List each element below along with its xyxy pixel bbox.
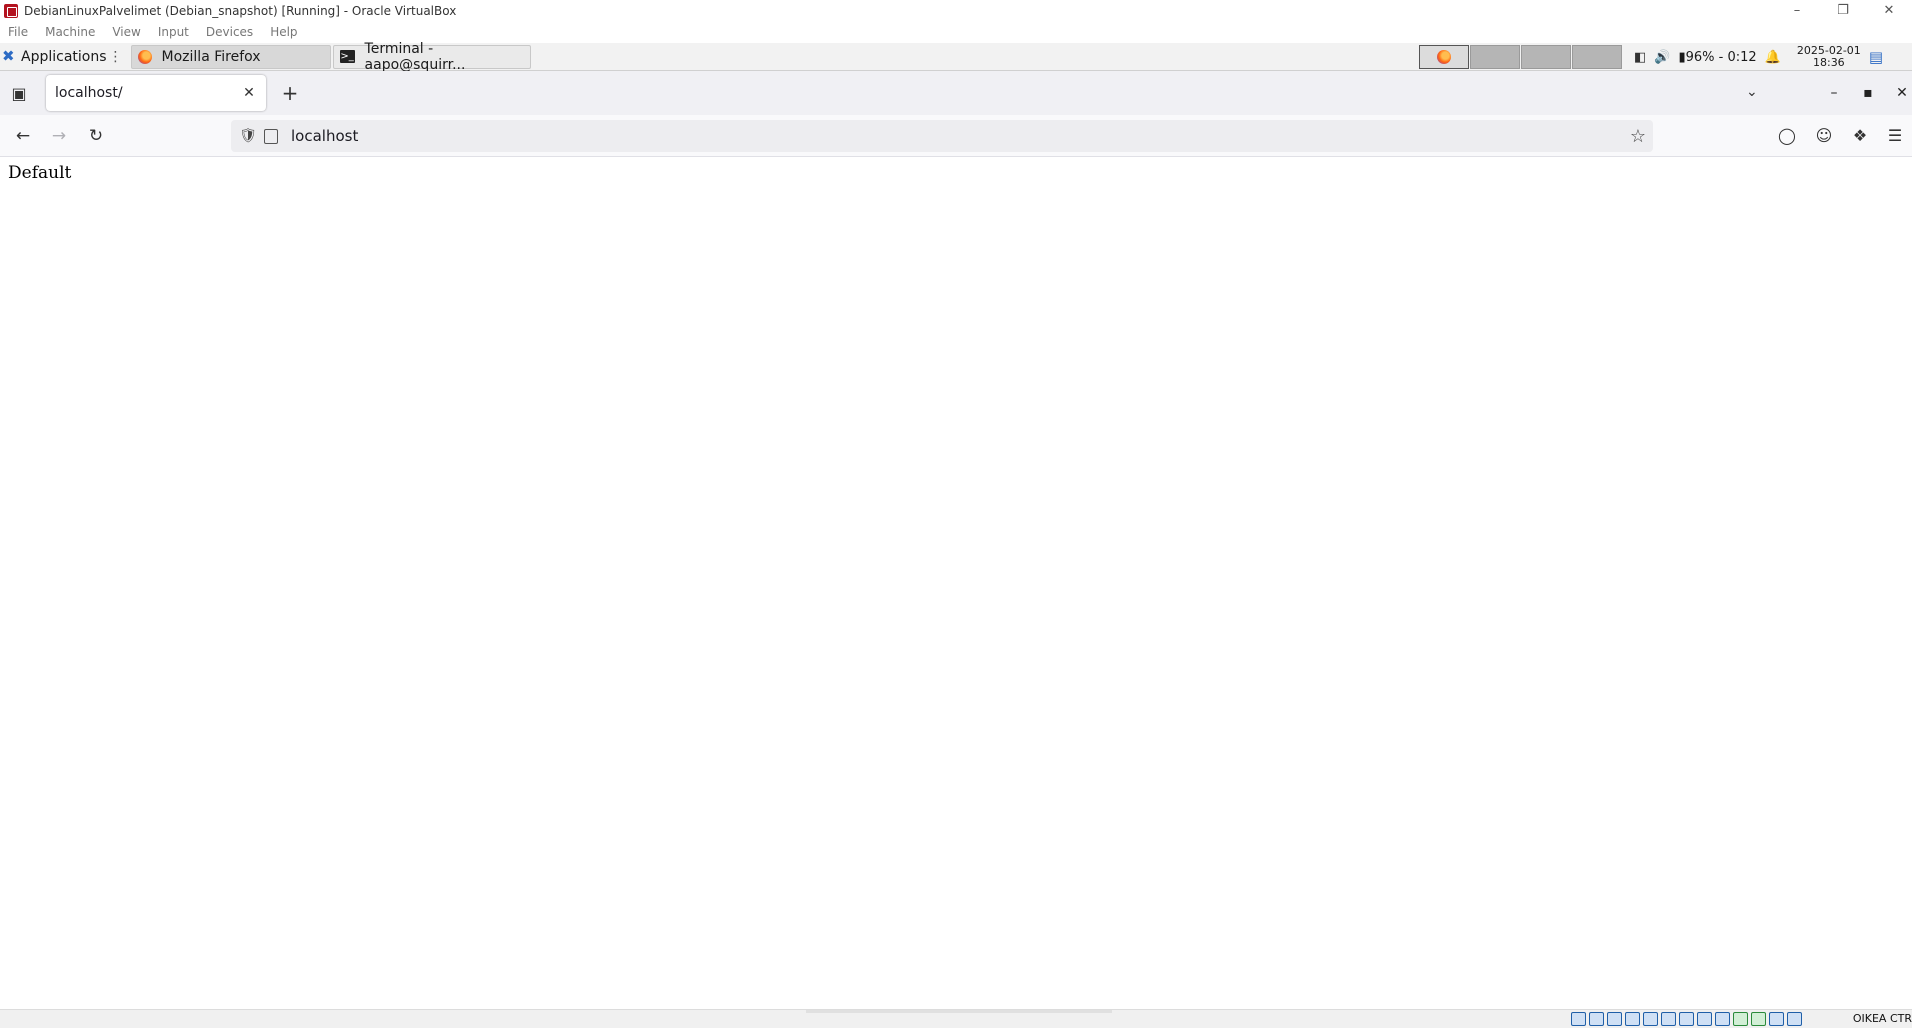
- vbox-window-controls: – ❐ ✕: [1774, 0, 1912, 21]
- applications-label: Applications: [21, 48, 107, 65]
- taskbar-firefox[interactable]: Mozilla Firefox: [130, 44, 331, 69]
- workspace-2[interactable]: [1470, 45, 1520, 69]
- firefox-tab-strip: ▣ localhost/ ✕ + ⌄ – ▪ ✕: [0, 71, 1912, 115]
- applications-menu-button[interactable]: ✖ Applications ⋮: [0, 43, 129, 71]
- account-icon[interactable]: ☺: [1813, 125, 1835, 147]
- page-info-icon[interactable]: [264, 128, 278, 144]
- firefox-icon: [1437, 50, 1451, 64]
- workspace-1[interactable]: [1419, 45, 1469, 69]
- workspace-3[interactable]: [1521, 45, 1571, 69]
- url-bar[interactable]: 🛡 localhost ☆: [231, 120, 1653, 152]
- xfce-mouse-icon: ✖: [2, 47, 15, 65]
- battery-indicator[interactable]: ▮96% - 0:12: [1678, 50, 1756, 65]
- recording-icon[interactable]: [1697, 1012, 1712, 1026]
- workspace-4[interactable]: [1572, 45, 1622, 69]
- menu-machine[interactable]: Machine: [37, 25, 104, 39]
- list-all-tabs-chevron-icon[interactable]: ⌄: [1746, 84, 1758, 100]
- panel-separator: ⋮: [108, 48, 123, 65]
- network-icon[interactable]: ◧: [1634, 50, 1646, 65]
- firefox-view-icon[interactable]: ▣: [0, 71, 38, 115]
- page-content: Default: [0, 157, 1912, 1009]
- restore-icon[interactable]: ❐: [1820, 0, 1866, 21]
- audio-icon[interactable]: [1607, 1012, 1622, 1026]
- extensions-puzzle-icon[interactable]: ❖: [1849, 125, 1871, 147]
- panel-clock[interactable]: 2025-02-01 18:36: [1797, 45, 1861, 69]
- taskbar-firefox-label: Mozilla Firefox: [161, 48, 261, 65]
- taskbar-terminal[interactable]: >_ Terminal - aapo@squirr...: [332, 41, 531, 73]
- workspace-switcher: [1419, 45, 1623, 69]
- menu-file[interactable]: File: [0, 25, 37, 39]
- firefox-maximize-icon[interactable]: ▪: [1858, 83, 1878, 103]
- guest-additions-icon[interactable]: [1751, 1012, 1766, 1026]
- vbox-window-title: DebianLinuxPalvelimet (Debian_snapshot) …: [24, 3, 457, 18]
- tab-close-icon[interactable]: ✕: [240, 84, 258, 102]
- mouse-integration-icon[interactable]: [1769, 1012, 1784, 1026]
- virtualbox-icon: [4, 3, 18, 18]
- host-key-label: OIKEA CTR: [1852, 1012, 1912, 1025]
- page-body-text: Default: [8, 163, 72, 183]
- bookmark-star-icon[interactable]: ☆: [1630, 126, 1646, 147]
- tracking-shield-icon[interactable]: 🛡: [238, 128, 258, 144]
- menu-input[interactable]: Input: [150, 25, 198, 39]
- network-adapter-icon[interactable]: [1625, 1012, 1640, 1026]
- new-tab-plus-icon[interactable]: +: [280, 83, 300, 103]
- volume-icon[interactable]: 🔊: [1654, 50, 1670, 65]
- shared-folders-icon[interactable]: [1661, 1012, 1676, 1026]
- menu-view[interactable]: View: [104, 25, 149, 39]
- xfce-panel: ✖ Applications ⋮ Mozilla Firefox >_ Term…: [0, 41, 1912, 73]
- battery-label: 96% - 0:12: [1685, 49, 1757, 65]
- forward-arrow-icon[interactable]: →: [47, 125, 71, 147]
- firefox-navbar: ← → ↻ 🛡 localhost ☆ ◯ ☺ ❖ ☰: [0, 115, 1912, 157]
- minimize-icon[interactable]: –: [1774, 0, 1820, 21]
- terminal-icon: >_: [339, 50, 355, 63]
- hamburger-menu-icon[interactable]: ☰: [1884, 125, 1906, 147]
- pocket-icon[interactable]: ◯: [1776, 125, 1798, 147]
- vt-x-icon[interactable]: [1733, 1012, 1748, 1026]
- display-icon[interactable]: [1679, 1012, 1694, 1026]
- system-tray: ◧ 🔊 ▮96% - 0:12 🔔 2025-02-01 18:36 ▤: [1634, 43, 1883, 71]
- firefox-minimize-icon[interactable]: –: [1824, 83, 1844, 103]
- close-icon[interactable]: ✕: [1866, 0, 1912, 21]
- vbox-device-indicators: [1568, 1012, 1802, 1026]
- menu-help[interactable]: Help: [262, 25, 306, 39]
- vbox-menubar: File Machine View Input Devices Help: [0, 21, 1912, 43]
- reload-icon[interactable]: ↻: [84, 125, 108, 147]
- back-arrow-icon[interactable]: ←: [11, 125, 35, 147]
- firefox-close-icon[interactable]: ✕: [1892, 83, 1912, 103]
- vbox-title-bar: DebianLinuxPalvelimet (Debian_snapshot) …: [0, 0, 1912, 21]
- url-text[interactable]: localhost: [291, 127, 358, 145]
- taskbar-terminal-label: Terminal - aapo@squirr...: [364, 40, 466, 73]
- usb-icon[interactable]: [1643, 1012, 1658, 1026]
- user-menu-icon[interactable]: ▤: [1869, 48, 1883, 66]
- firefox-icon: [137, 49, 152, 64]
- vbox-status-bar: OIKEA CTR: [0, 1009, 1912, 1028]
- notification-bell-icon[interactable]: 🔔: [1765, 50, 1781, 65]
- hard-disk-icon[interactable]: [1571, 1012, 1586, 1026]
- menu-devices[interactable]: Devices: [198, 25, 262, 39]
- tab-localhost[interactable]: localhost/ ✕: [46, 75, 266, 111]
- drag-drop-icon[interactable]: [1715, 1012, 1730, 1026]
- clock-time: 18:36: [1812, 56, 1845, 69]
- keyboard-capture-icon[interactable]: [1787, 1012, 1802, 1026]
- optical-drive-icon[interactable]: [1589, 1012, 1604, 1026]
- horizontal-scroll-hint: [806, 1010, 1112, 1013]
- tab-title: localhost/: [55, 85, 123, 101]
